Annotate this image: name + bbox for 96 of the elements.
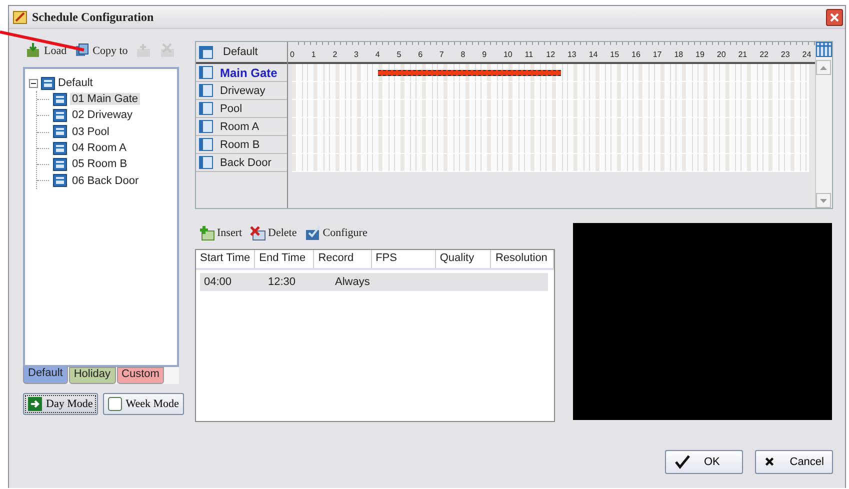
panel-icon: [199, 120, 213, 133]
mode-button[interactable]: Week Mode: [102, 393, 184, 415]
hour-label: 11: [524, 49, 534, 61]
panel-icon: [199, 66, 213, 79]
hour-label: 0: [290, 49, 296, 61]
tree-item[interactable]: 01 Main Gate: [70, 93, 140, 106]
check-icon: [674, 454, 690, 470]
toolbar-button[interactable]: Copy to: [74, 43, 128, 59]
row-label[interactable]: Pool: [220, 102, 242, 114]
ok-button[interactable]: OK: [665, 450, 743, 474]
hour-label: 18: [674, 49, 684, 61]
table-cell-text: 12:30: [267, 276, 297, 288]
toolbar-button[interactable]: Delete: [250, 225, 297, 241]
column-header[interactable]: FPS: [372, 250, 436, 268]
collapse-toggle[interactable]: [29, 78, 38, 88]
hour-label: 6: [418, 49, 424, 61]
hour-label: 10: [503, 49, 514, 61]
columns-icon: [816, 42, 832, 58]
window-title: Schedule Configuration: [32, 10, 155, 24]
hour-label: 21: [738, 49, 748, 61]
tree-item[interactable]: 06 Back Door: [70, 174, 141, 187]
caret-up-icon: [820, 66, 827, 70]
hour-label: 5: [396, 49, 402, 61]
group-icon: [41, 76, 55, 90]
calendar-icon: [13, 10, 27, 24]
mode-button[interactable]: Day Mode: [23, 393, 98, 415]
row-label[interactable]: Driveway: [220, 84, 266, 96]
panel-icon: [199, 156, 213, 169]
hour-label: 19: [696, 49, 706, 61]
schedule-bar[interactable]: [378, 70, 562, 76]
minus-icon: [31, 80, 36, 86]
check-icon: [304, 225, 321, 241]
toolbar-button[interactable]: Load: [26, 43, 67, 59]
hour-label: 8: [460, 49, 466, 61]
folder-cross-icon: [160, 43, 176, 59]
schedule-tab[interactable]: Default: [23, 367, 68, 384]
arrow-down-icon: [26, 43, 42, 59]
arrow-right-icon: [28, 397, 42, 411]
hour-label: 9: [482, 49, 488, 61]
column-header: Default: [223, 46, 258, 58]
column-header[interactable]: Start Time: [196, 250, 256, 268]
close-button[interactable]: [826, 8, 843, 26]
panel-icon: [199, 84, 213, 97]
hour-label: 17: [652, 49, 663, 61]
toolbar-button[interactable]: Configure: [304, 225, 368, 241]
table-cell-text: 04:00: [203, 276, 233, 288]
panel-icon: [199, 138, 213, 151]
camera-icon: [53, 108, 67, 122]
hour-label: 24: [802, 49, 812, 61]
table-row[interactable]: 04:00 12:30 Always: [200, 273, 548, 291]
camera-icon: [53, 125, 67, 138]
plus-icon: [199, 225, 215, 241]
column-header[interactable]: End Time: [255, 250, 314, 268]
column-header[interactable]: Resolution: [491, 250, 554, 268]
camera-icon: [53, 174, 67, 188]
hour-label: 15: [610, 49, 620, 61]
close-icon: [830, 12, 839, 22]
tree-item[interactable]: Default: [58, 77, 93, 89]
caret-down-icon: [820, 198, 827, 202]
copy-icon: [74, 43, 91, 59]
row-label[interactable]: Room B: [220, 138, 260, 150]
row-label[interactable]: Main Gate: [220, 66, 278, 80]
camera-icon: [53, 92, 67, 106]
hour-label: 7: [439, 49, 445, 61]
cross-icon: [250, 225, 266, 241]
panel-icon: [199, 46, 213, 58]
tree-item[interactable]: 04 Room A: [70, 142, 128, 154]
hour-label: 3: [354, 49, 360, 61]
hour-label: 20: [716, 49, 727, 61]
schedule-tab[interactable]: Custom: [116, 367, 164, 384]
camera-icon: [53, 158, 67, 171]
column-header[interactable]: Record: [314, 250, 372, 268]
hour-label: 14: [588, 49, 599, 61]
scroll-down-button[interactable]: [816, 193, 831, 208]
row-label[interactable]: Back Door: [220, 156, 272, 168]
schedule-tab[interactable]: Holiday: [68, 367, 116, 384]
empty-square-icon: [108, 397, 122, 411]
hour-label: 13: [567, 49, 578, 61]
column-header[interactable]: Quality: [436, 250, 492, 268]
scroll-up-button[interactable]: [816, 60, 831, 75]
tree-item[interactable]: 03 Pool: [70, 126, 112, 138]
hour-label: 2: [332, 49, 338, 61]
cancel-button[interactable]: Cancel: [755, 450, 833, 474]
hour-label: 23: [780, 49, 791, 61]
row-label[interactable]: Room A: [220, 120, 260, 132]
panel-icon: [199, 102, 213, 115]
camera-icon: [53, 142, 67, 155]
toolbar-button[interactable]: Insert: [199, 225, 242, 241]
hour-label: 16: [632, 49, 642, 61]
hour-label: 4: [375, 49, 381, 61]
tree-item[interactable]: 05 Room B: [70, 158, 130, 170]
table-cell-text: Always: [334, 276, 371, 288]
hour-label: 12: [546, 49, 556, 61]
hour-label: 22: [760, 49, 770, 61]
tree-item[interactable]: 02 Driveway: [70, 109, 135, 122]
hour-label: 1: [311, 49, 317, 61]
